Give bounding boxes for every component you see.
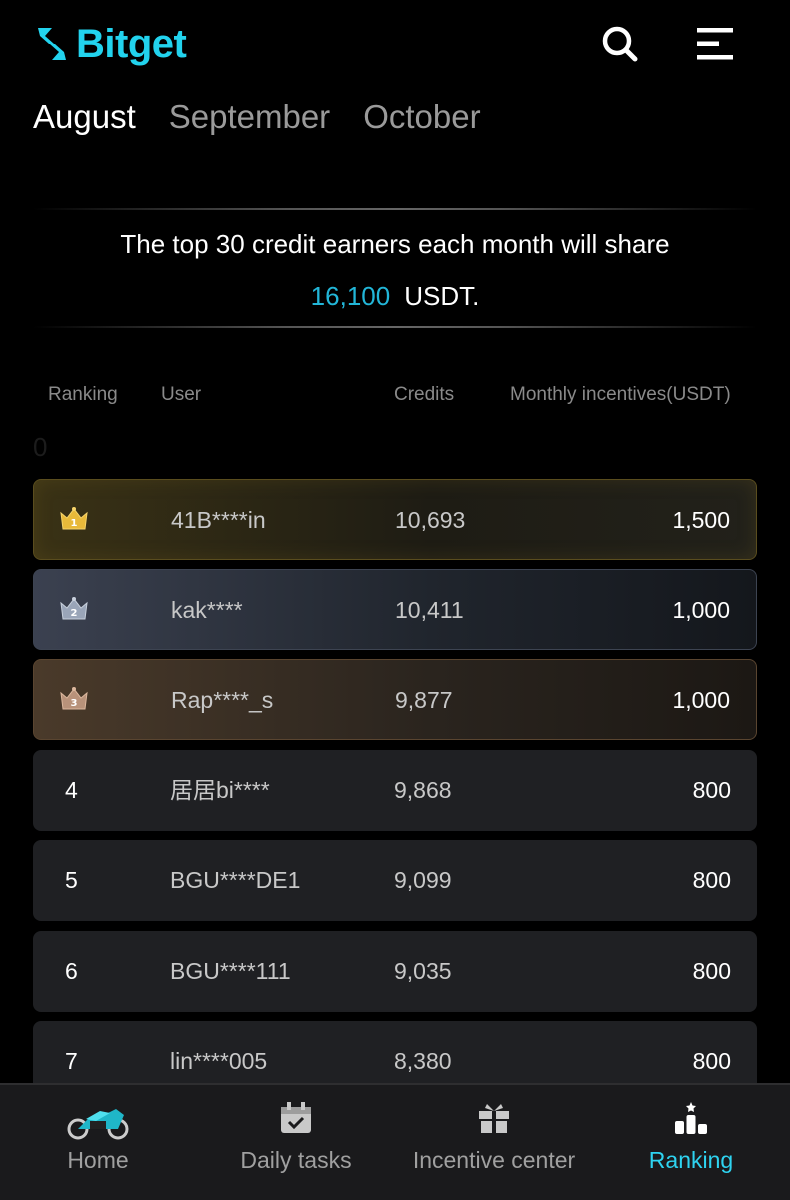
table-row: 5 BGU****DE1 9,099 800 — [33, 840, 757, 921]
gold-crown-icon: 1 — [60, 507, 88, 530]
svg-text:3: 3 — [71, 698, 78, 709]
row-rank: 4 — [65, 777, 78, 803]
row-rank: 5 — [65, 867, 78, 893]
row-incentive: 800 — [692, 958, 731, 984]
header-incentives: Monthly incentives(USDT) — [510, 384, 731, 405]
divider — [33, 208, 757, 210]
bottom-tab-bar: Home Daily tasks Incentive center Rankin… — [0, 1083, 790, 1200]
row-incentive: 1,000 — [672, 687, 730, 713]
svg-text:2: 2 — [71, 608, 78, 619]
tab-home[interactable]: Home — [48, 1085, 148, 1200]
search-icon — [602, 26, 638, 62]
table-row: 4 居居bi**** 9,868 800 — [33, 750, 757, 831]
tab-august[interactable]: August — [33, 95, 136, 139]
bronze-crown-icon: 3 — [60, 687, 88, 710]
header: Bitget — [0, 0, 790, 90]
row-credits: 9,868 — [394, 777, 452, 803]
row-user: kak**** — [171, 597, 243, 623]
calendar-check-icon — [281, 1102, 311, 1133]
banner-amount-row: 16,100 USDT. — [33, 280, 757, 312]
table-header: Ranking User Credits Monthly incentives(… — [0, 380, 790, 410]
gift-icon — [479, 1104, 509, 1133]
menu-icon — [697, 28, 733, 60]
divider — [33, 326, 757, 328]
row-user: BGU****DE1 — [170, 867, 301, 893]
motorcycle-icon — [67, 1109, 129, 1140]
row-user: 41B****in — [171, 507, 266, 533]
banner-text: The top 30 credit earners each month wil… — [120, 229, 670, 259]
tab-daily-label: Daily tasks — [240, 1147, 352, 1173]
tab-ranking-label: Ranking — [648, 1147, 734, 1173]
bitget-logo[interactable]: Bitget — [32, 18, 187, 70]
month-tabs: August September October — [33, 95, 481, 139]
svg-text:1: 1 — [71, 518, 78, 529]
row-incentive: 800 — [692, 777, 731, 803]
row-rank: 6 — [65, 958, 78, 984]
tab-incentive-label: Incentive center — [412, 1147, 576, 1173]
stray-value: 0 — [33, 432, 48, 462]
table-row: 1 41B****in 10,693 1,500 — [33, 479, 757, 560]
menu-button[interactable] — [692, 20, 740, 68]
table-row: 6 BGU****111 9,035 800 — [33, 931, 757, 1012]
reward-banner: The top 30 credit earners each month wil… — [33, 208, 757, 330]
prize-currency: USDT. — [404, 281, 480, 311]
brand-name: Bitget — [76, 22, 187, 66]
tab-home-label: Home — [67, 1147, 129, 1173]
tab-october[interactable]: October — [363, 95, 480, 139]
row-incentive: 800 — [692, 867, 731, 893]
row-user: 居居bi**** — [170, 777, 270, 803]
tab-september[interactable]: September — [169, 95, 330, 139]
header-user: User — [161, 384, 202, 405]
row-credits: 10,411 — [395, 597, 464, 623]
table-row: 2 kak**** 10,411 1,000 — [33, 569, 757, 650]
row-user: Rap****_s — [171, 687, 274, 713]
table-row: 3 Rap****_s 9,877 1,000 — [33, 659, 757, 740]
row-credits: 9,099 — [394, 867, 452, 893]
row-user: BGU****111 — [170, 958, 291, 984]
silver-crown-icon: 2 — [60, 597, 88, 620]
tab-incentive-center[interactable]: Incentive center — [402, 1085, 586, 1200]
bitget-logo-icon — [38, 28, 66, 60]
row-credits: 10,693 — [395, 507, 466, 533]
tab-ranking[interactable]: Ranking — [640, 1085, 742, 1200]
row-incentive: 1,000 — [672, 597, 730, 623]
header-ranking: Ranking — [48, 384, 118, 405]
row-credits: 9,877 — [395, 687, 453, 713]
search-button[interactable] — [596, 20, 644, 68]
header-credits: Credits — [394, 384, 455, 405]
tab-daily-tasks[interactable]: Daily tasks — [228, 1085, 364, 1200]
prize-amount: 16,100 — [310, 281, 391, 311]
podium-icon — [675, 1102, 707, 1134]
row-credits: 9,035 — [394, 958, 452, 984]
row-incentive: 1,500 — [672, 507, 730, 533]
